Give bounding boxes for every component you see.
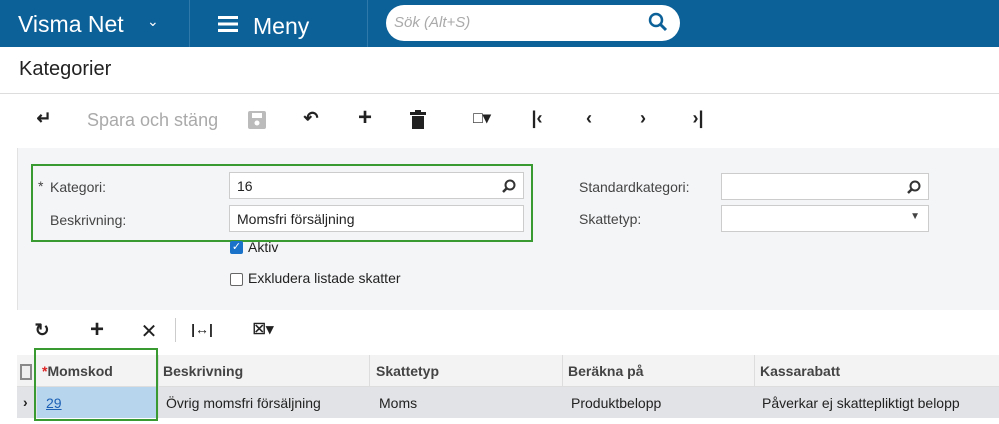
beskrivning-label: Beskrivning: bbox=[50, 212, 127, 228]
save-icon[interactable] bbox=[248, 111, 266, 129]
kategori-field[interactable]: 16 bbox=[229, 172, 524, 199]
column-header-skattetyp[interactable]: Skattetyp bbox=[376, 355, 439, 387]
hamburger-icon bbox=[218, 16, 238, 32]
standardkategori-label: Standardkategori: bbox=[579, 179, 690, 195]
highlight-box bbox=[34, 348, 158, 421]
column-divider bbox=[754, 355, 755, 387]
divider bbox=[0, 93, 999, 94]
search-placeholder: Sök (Alt+S) bbox=[394, 14, 471, 31]
kategori-value: 16 bbox=[237, 178, 253, 194]
chevron-down-icon: ⌄ bbox=[147, 13, 159, 29]
cell-berakna-pa: Produktbelopp bbox=[571, 395, 662, 411]
aktiv-label: Aktiv bbox=[248, 239, 279, 255]
column-config-icon[interactable] bbox=[20, 364, 32, 380]
search-icon[interactable] bbox=[907, 180, 921, 194]
add-icon[interactable]: + bbox=[354, 104, 376, 131]
column-header-berakna-pa[interactable]: Beräkna på bbox=[568, 355, 643, 387]
menu-label: Meny bbox=[253, 13, 310, 39]
column-divider bbox=[158, 355, 159, 418]
search-input[interactable]: Sök (Alt+S) bbox=[386, 5, 680, 41]
fit-columns-icon[interactable]: |↔| bbox=[190, 321, 214, 347]
brand-switcher[interactable]: Visma Net ⌄ bbox=[0, 0, 190, 47]
exkludera-checkbox[interactable] bbox=[230, 273, 243, 286]
page-title: Kategorier bbox=[19, 58, 112, 80]
cell-skattetyp: Moms bbox=[379, 395, 418, 411]
cell-beskrivning: Övrig momsfri försäljning bbox=[166, 395, 321, 411]
export-excel-dropdown[interactable]: ☒▾ bbox=[243, 320, 283, 346]
column-divider bbox=[369, 355, 370, 387]
kategori-label: Kategori: bbox=[50, 179, 107, 195]
aktiv-checkbox[interactable]: ✓ bbox=[230, 241, 243, 254]
required-mark: * bbox=[38, 178, 44, 194]
cell-kassarabatt: Påverkar ej skattepliktigt belopp bbox=[762, 395, 960, 411]
exkludera-label: Exkludera listade skatter bbox=[248, 270, 401, 286]
search-icon[interactable] bbox=[502, 179, 516, 193]
beskrivning-field[interactable]: Momsfri försäljning bbox=[229, 205, 524, 232]
search-icon[interactable] bbox=[648, 12, 668, 32]
refresh-icon[interactable]: ↻ bbox=[32, 320, 52, 346]
undo-icon[interactable]: ↶ bbox=[300, 108, 322, 134]
next-record-icon[interactable]: › bbox=[632, 108, 654, 134]
first-record-icon[interactable]: |‹ bbox=[525, 108, 549, 134]
toolbar-divider bbox=[175, 318, 176, 342]
column-header-beskrivning[interactable]: Beskrivning bbox=[163, 355, 243, 387]
column-header-kassarabatt[interactable]: Kassarabatt bbox=[760, 355, 840, 387]
dropdown-arrow-icon: ▼ bbox=[910, 211, 920, 222]
column-divider bbox=[562, 355, 563, 387]
add-row-icon[interactable]: + bbox=[86, 316, 108, 343]
save-close-button[interactable]: Spara och stäng bbox=[87, 110, 218, 131]
skattetyp-label: Skattetyp: bbox=[579, 211, 642, 227]
back-icon[interactable]: ↵ bbox=[32, 108, 56, 134]
row-indicator-icon: › bbox=[23, 394, 28, 410]
last-record-icon[interactable]: ›| bbox=[686, 108, 710, 134]
previous-record-icon[interactable]: ‹ bbox=[578, 108, 600, 134]
skattetyp-select[interactable]: ▼ bbox=[721, 205, 929, 232]
menu-button[interactable]: Meny bbox=[190, 0, 368, 47]
clipboard-dropdown[interactable]: □▾ bbox=[463, 108, 501, 134]
delete-icon[interactable] bbox=[410, 110, 426, 129]
standardkategori-field[interactable] bbox=[721, 173, 929, 200]
delete-row-icon[interactable]: ✕ bbox=[138, 319, 160, 345]
beskrivning-value: Momsfri försäljning bbox=[237, 211, 355, 227]
brand-name: Visma Net bbox=[18, 11, 124, 37]
